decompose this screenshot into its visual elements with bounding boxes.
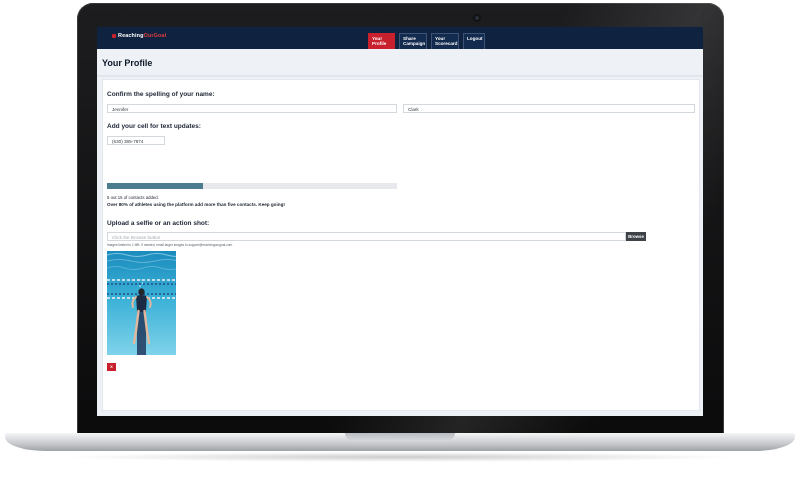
last-name-value: Clark	[408, 106, 419, 112]
brand-logo[interactable]: ReachingOurGoal	[112, 33, 166, 39]
cell-section-label: Add your cell for text updates:	[107, 123, 201, 130]
first-name-field[interactable]: Jennifer	[107, 104, 397, 113]
logo-mark-icon	[112, 33, 116, 38]
contacts-count-text: 5 out 15 of contacts added.	[107, 195, 159, 200]
logo-text-main: Reaching	[118, 33, 144, 39]
phone-field[interactable]: (630) 385-7874	[107, 136, 165, 145]
laptop-notch	[345, 433, 455, 441]
last-name-field[interactable]: Clark	[403, 104, 695, 113]
nav-label: Share Campaign	[403, 36, 426, 47]
upload-section-label: Upload a selfie or an action shot:	[107, 220, 210, 227]
nav-logout[interactable]: Logout	[463, 33, 485, 49]
nav-your-scorecard[interactable]: Your Scorecard	[431, 33, 459, 49]
laptop-screen: ReachingOurGoal Your Profile Share Campa…	[97, 27, 703, 416]
nav-share-campaign[interactable]: Share Campaign	[399, 33, 427, 49]
delete-photo-button[interactable]: X	[107, 363, 116, 371]
page-title: Your Profile	[102, 58, 153, 68]
contacts-progress-bar	[107, 183, 397, 189]
nav-label: Logout	[467, 36, 483, 41]
upload-note: Images limited to 1 MB. If needed, email…	[107, 243, 234, 247]
first-name-value: Jennifer	[112, 106, 129, 112]
app-header: ReachingOurGoal Your Profile Share Campa…	[97, 27, 703, 49]
title-divider	[97, 75, 703, 77]
nav-label: Your Scorecard	[435, 36, 458, 47]
profile-card: Confirm the spelling of your name: Jenni…	[102, 79, 700, 411]
laptop-shadow	[60, 452, 740, 462]
nav-your-profile[interactable]: Your Profile	[368, 33, 395, 49]
phone-value: (630) 385-7874	[112, 138, 144, 144]
nav-label: Your Profile	[372, 36, 387, 47]
encouragement-text: Over 80% of athletes using the platform …	[107, 202, 285, 207]
logo-text-accent: OurGoal	[143, 33, 167, 39]
browse-button[interactable]: Browse	[626, 232, 646, 241]
webcam-icon	[473, 14, 481, 22]
file-placeholder: Click the Browse button	[112, 234, 161, 240]
file-path-field[interactable]: Click the Browse button	[107, 232, 626, 241]
uploaded-profile-photo	[107, 251, 176, 355]
progress-fill	[107, 183, 203, 189]
name-section-label: Confirm the spelling of your name:	[107, 91, 215, 98]
